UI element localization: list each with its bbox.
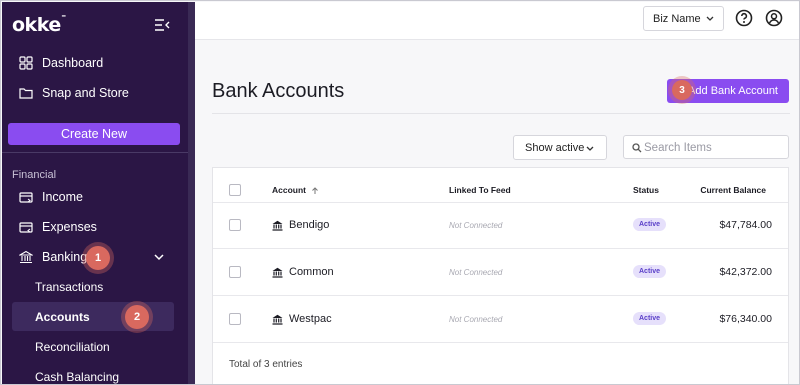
chevron-down-icon (586, 146, 594, 151)
section-label-financial: Financial (12, 169, 57, 181)
sidebar: okkeˉ Dashboard Snap and Store Create Ne… (2, 2, 188, 384)
divider (213, 295, 788, 296)
sidebar-item-label: Expenses (42, 220, 97, 234)
folder-icon (19, 88, 33, 99)
step-badge-2: 2 (125, 305, 149, 329)
accounts-table: Account Linked To Feed Status Current Ba… (212, 167, 789, 384)
sidebar-item-accounts[interactable]: Accounts (35, 310, 90, 324)
bank-icon (272, 314, 283, 325)
bank-icon (272, 267, 283, 278)
chevron-down-icon (706, 16, 714, 21)
sidebar-item-reconciliation[interactable]: Reconciliation (35, 340, 110, 354)
divider (213, 248, 788, 249)
column-header-status: Status (633, 185, 659, 195)
table-footer-total: Total of 3 entries (229, 359, 303, 370)
app-logo[interactable]: okkeˉ (12, 14, 67, 36)
account-name[interactable]: Bendigo (289, 219, 329, 231)
sort-arrow-up-icon (312, 187, 319, 194)
page-title: Bank Accounts (212, 80, 345, 102)
row-checkbox[interactable] (229, 219, 241, 231)
sidebar-item-dashboard[interactable]: Dashboard (12, 50, 182, 76)
status-filter-value: Show active (525, 141, 585, 154)
sidebar-item-snap-and-store[interactable]: Snap and Store (12, 80, 182, 106)
chevron-down-icon[interactable] (153, 252, 165, 262)
account-name[interactable]: Westpac (289, 313, 332, 325)
step-badge-3: 3 (672, 80, 692, 100)
expenses-icon (19, 222, 33, 233)
sidebar-item-cash-balancing[interactable]: Cash Balancing (35, 370, 119, 384)
select-all-checkbox[interactable] (229, 184, 241, 196)
help-icon[interactable] (735, 9, 753, 27)
bank-icon (19, 250, 33, 264)
current-balance: $42,372.00 (719, 266, 772, 278)
collapse-sidebar-icon[interactable] (154, 18, 170, 32)
account-name[interactable]: Common (289, 266, 334, 278)
row-checkbox[interactable] (229, 313, 241, 325)
app-window: okkeˉ Dashboard Snap and Store Create Ne… (0, 0, 800, 385)
user-icon[interactable] (765, 9, 783, 27)
column-header-linked-to-feed: Linked To Feed (449, 185, 511, 195)
bank-icon (272, 220, 283, 231)
search-input[interactable] (644, 139, 784, 156)
search-icon (632, 143, 642, 153)
sidebar-item-transactions[interactable]: Transactions (35, 280, 103, 294)
sidebar-item-label: Dashboard (42, 56, 104, 70)
column-header-current-balance: Current Balance (700, 185, 766, 195)
row-checkbox[interactable] (229, 266, 241, 278)
divider (213, 342, 788, 343)
status-badge: Active (633, 218, 667, 231)
step-badge-1: 1 (86, 246, 110, 270)
business-select-value: Biz Name (653, 12, 701, 25)
column-header-account[interactable]: Account (272, 185, 319, 195)
divider (212, 113, 790, 114)
linked-feed-status: Not Connected (449, 221, 503, 230)
sidebar-item-income[interactable]: Income (12, 184, 182, 210)
sidebar-item-expenses[interactable]: Expenses (12, 214, 182, 240)
sidebar-scrollbar[interactable] (188, 2, 195, 384)
income-icon (19, 192, 33, 203)
create-new-button[interactable]: Create New (8, 123, 180, 145)
linked-feed-status: Not Connected (449, 315, 503, 324)
sidebar-item-label: Banking (42, 250, 88, 264)
sidebar-divider (2, 152, 188, 153)
divider (213, 202, 788, 203)
business-select[interactable]: Biz Name (643, 6, 724, 31)
linked-feed-status: Not Connected (449, 268, 503, 277)
sidebar-item-label: Snap and Store (42, 86, 129, 100)
sidebar-item-label: Income (42, 190, 83, 204)
status-badge: Active (633, 312, 667, 325)
status-badge: Active (633, 265, 667, 278)
current-balance: $76,340.00 (719, 313, 772, 325)
grid-icon (19, 56, 33, 70)
search-field[interactable] (623, 135, 789, 159)
status-filter-select[interactable]: Show active (513, 135, 607, 160)
current-balance: $47,784.00 (719, 219, 772, 231)
